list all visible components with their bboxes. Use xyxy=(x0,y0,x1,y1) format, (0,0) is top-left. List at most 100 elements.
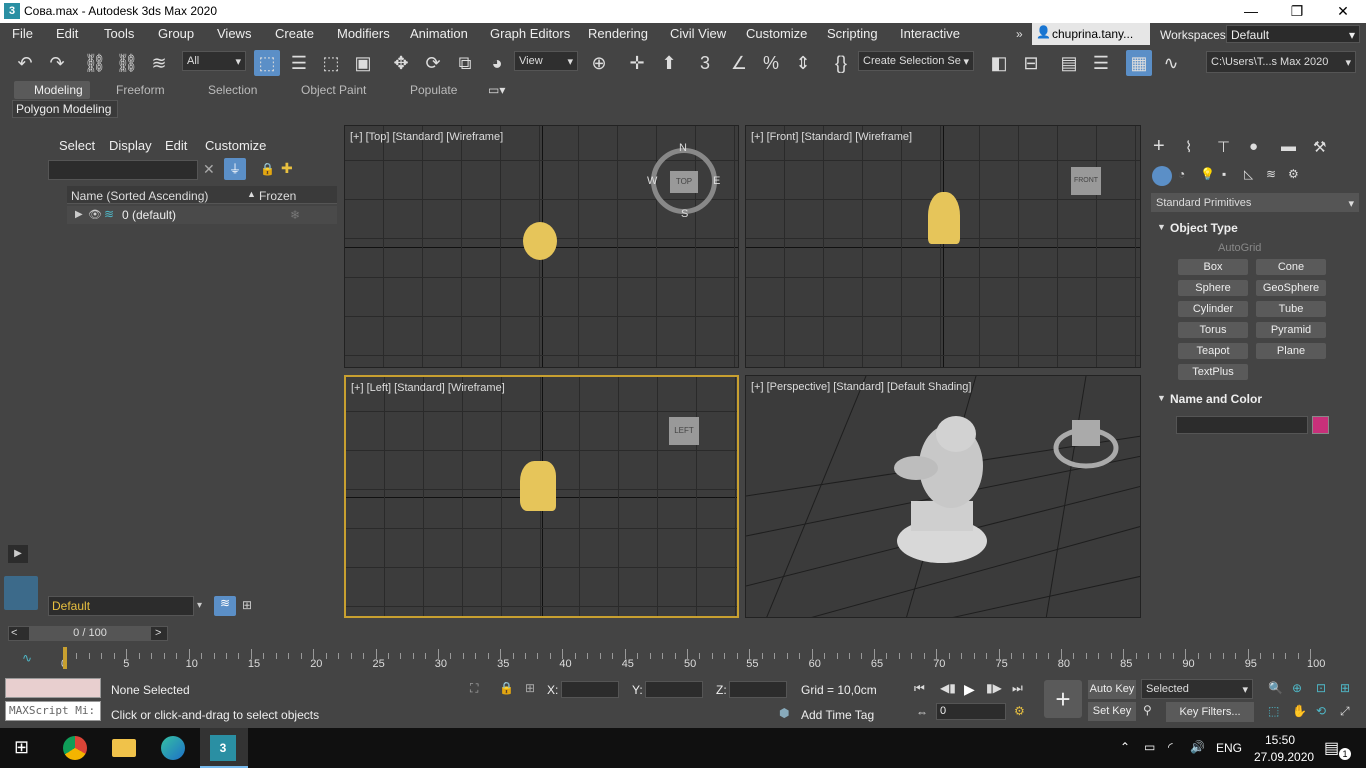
maximize-viewport-icon[interactable]: ⤢ xyxy=(1340,704,1350,719)
volume-icon[interactable]: 🔊 xyxy=(1190,740,1205,754)
language-indicator[interactable]: ENG xyxy=(1216,741,1242,755)
next-frame-icon[interactable]: ▮▶ xyxy=(986,681,1002,695)
zoom-extents-all-icon[interactable]: ⊞ xyxy=(1340,681,1350,695)
curve-editor-icon[interactable]: ∿ xyxy=(1158,50,1184,76)
window-crossing-icon[interactable]: ▣ xyxy=(350,50,376,76)
selection-filter-dropdown[interactable]: All ▾ xyxy=(182,51,246,71)
layer-name[interactable]: 0 (default) xyxy=(122,208,176,222)
key-filters-button[interactable]: Key Filters... xyxy=(1166,702,1254,722)
menu-customize[interactable]: Customize xyxy=(746,26,807,41)
menu-modifiers[interactable]: Modifiers xyxy=(337,26,390,41)
pivot-center-icon[interactable]: ⊕ xyxy=(586,50,612,76)
category-dropdown[interactable]: Standard Primitives ▾ xyxy=(1151,193,1359,212)
restore-button[interactable]: ❐ xyxy=(1274,0,1320,23)
select-object-icon[interactable]: ⬚ xyxy=(254,50,280,76)
torus-button[interactable]: Torus xyxy=(1178,322,1248,338)
owl-left-shape[interactable] xyxy=(520,461,556,511)
align-icon[interactable]: ⊟ xyxy=(1018,50,1044,76)
battery-icon[interactable]: ▭ xyxy=(1144,740,1155,754)
menu-edit[interactable]: Edit xyxy=(56,26,78,41)
clock-date[interactable]: 27.09.2020 xyxy=(1254,750,1314,764)
clock-time[interactable]: 15:50 xyxy=(1265,733,1295,747)
key-mode-icon[interactable]: ⇔ xyxy=(916,705,928,719)
zoom-all-icon[interactable]: ⊕ xyxy=(1292,681,1302,695)
menu-group[interactable]: Group xyxy=(158,26,194,41)
clear-search-icon[interactable]: ✕ xyxy=(203,161,215,178)
goto-start-icon[interactable]: ⏮ xyxy=(914,681,925,696)
display-tab-icon[interactable]: ▬ xyxy=(1281,138,1296,155)
visibility-eye-icon[interactable]: 👁 xyxy=(88,208,102,221)
select-manipulate-icon[interactable]: ✛ xyxy=(624,50,650,76)
play-icon[interactable]: ▶ xyxy=(964,681,975,698)
owl-top-shape[interactable] xyxy=(523,222,557,260)
autogrid-checkbox[interactable]: AutoGrid xyxy=(1218,242,1261,254)
spinner-snap-icon[interactable]: ⇕ xyxy=(790,50,816,76)
filter-icon[interactable]: ⏚ xyxy=(224,158,246,180)
hierarchy-tab-icon[interactable]: ⊤ xyxy=(1217,138,1230,156)
viewport-front[interactable]: [+] [Front] [Standard] [Wireframe] FRONT xyxy=(745,125,1141,368)
tab-selection[interactable]: Selection xyxy=(208,83,257,97)
pyramid-button[interactable]: Pyramid xyxy=(1256,322,1326,338)
chrome-icon[interactable] xyxy=(63,736,87,760)
move-icon[interactable]: ✥ xyxy=(388,50,414,76)
geometry-icon[interactable] xyxy=(1152,166,1172,186)
frame-readout[interactable]: 0 / 100 xyxy=(29,627,151,640)
frozen-icon[interactable]: ❄ xyxy=(290,208,300,222)
zoom-region-icon[interactable]: ⬚ xyxy=(1268,704,1279,718)
percent-snap-icon[interactable]: % xyxy=(758,50,784,76)
prev-frame-icon[interactable]: ◀▮ xyxy=(940,681,956,695)
ribbon-options-icon[interactable]: ▭▾ xyxy=(488,83,505,97)
close-button[interactable]: ✕ xyxy=(1320,0,1366,23)
goto-end-icon[interactable]: ⏭ xyxy=(1012,681,1023,696)
scene-explorer-icon[interactable]: ▦ xyxy=(1126,50,1152,76)
snap-toggle-icon[interactable]: 3 xyxy=(692,50,718,76)
object-type-heading[interactable]: Object Type xyxy=(1170,221,1238,235)
shapes-icon[interactable]: ◔ xyxy=(1178,167,1185,181)
viewport-persp-label[interactable]: [+] [Perspective] [Standard] [Default Sh… xyxy=(751,381,971,393)
ribbon-toggle-icon[interactable]: ☰ xyxy=(1088,50,1114,76)
scene-tab-edit[interactable]: Edit xyxy=(165,138,187,153)
viewcube-front[interactable]: FRONT xyxy=(1071,167,1101,195)
viewport-left[interactable]: [+] [Left] [Standard] [Wireframe] LEFT xyxy=(344,375,739,618)
select-by-name-icon[interactable]: ☰ xyxy=(286,50,312,76)
hierarchy-icon[interactable]: ⊞ xyxy=(242,598,252,612)
z-field[interactable] xyxy=(729,681,787,698)
unlink-icon[interactable]: ⛓ xyxy=(114,50,140,76)
viewport-front-label[interactable]: [+] [Front] [Standard] [Wireframe] xyxy=(751,131,912,143)
viewport-top[interactable]: [+] [Top] [Standard] [Wireframe] TOP N S… xyxy=(344,125,739,368)
auto-key-button[interactable]: Auto Key xyxy=(1088,680,1136,699)
isolate-icon[interactable]: ⛶ xyxy=(470,681,478,696)
layer-manager-icon[interactable]: ▤ xyxy=(1056,50,1082,76)
zoom-extents-icon[interactable]: ⊡ xyxy=(1316,681,1326,695)
lock-icon[interactable]: 🔒 xyxy=(260,162,275,176)
modify-tab-icon[interactable]: ⌇ xyxy=(1185,138,1192,156)
create-tab-icon[interactable]: + xyxy=(1153,135,1165,158)
add-layer-icon[interactable]: ✚ xyxy=(281,160,293,177)
key-selected-dropdown[interactable]: Selected ▾ xyxy=(1141,679,1253,699)
maxscript-input[interactable]: MAXScript Mi: xyxy=(5,701,101,721)
current-frame-field[interactable]: 0 xyxy=(936,703,1006,720)
expand-row-icon[interactable]: ▶ xyxy=(75,209,83,220)
teapot-button[interactable]: Teapot xyxy=(1178,343,1248,359)
keyboard-shortcut-icon[interactable]: ⬆ xyxy=(656,50,682,76)
layer-explorer-icon[interactable]: ≋ xyxy=(214,596,236,616)
cone-button[interactable]: Cone xyxy=(1256,259,1326,275)
redo-icon[interactable]: ↷ xyxy=(44,50,70,76)
menu-rendering[interactable]: Rendering xyxy=(588,26,648,41)
slider-prev-icon[interactable]: < xyxy=(11,627,17,639)
edge-icon[interactable] xyxy=(161,736,185,760)
mirror-icon[interactable]: ◧ xyxy=(986,50,1012,76)
time-tag-icon[interactable]: ⬢ xyxy=(779,706,789,720)
time-slider[interactable]: < 0 / 100 > xyxy=(8,626,168,641)
set-key-big-icon[interactable]: + xyxy=(1044,680,1082,718)
tray-arrow-icon[interactable]: ⌃ xyxy=(1120,740,1130,754)
y-field[interactable] xyxy=(645,681,703,698)
spacewarps-icon[interactable]: ≋ xyxy=(1266,167,1276,181)
account-button[interactable]: 👤 chuprina.tany... xyxy=(1032,23,1150,45)
tab-freeform[interactable]: Freeform xyxy=(116,83,165,97)
angle-snap-icon[interactable]: ∠ xyxy=(726,50,752,76)
layer-dropdown-arrow-icon[interactable]: ▾ xyxy=(197,600,202,611)
viewport-perspective[interactable]: [+] [Perspective] [Standard] [Default Sh… xyxy=(745,375,1141,618)
sphere-button[interactable]: Sphere xyxy=(1178,280,1248,296)
menu-views[interactable]: Views xyxy=(217,26,251,41)
